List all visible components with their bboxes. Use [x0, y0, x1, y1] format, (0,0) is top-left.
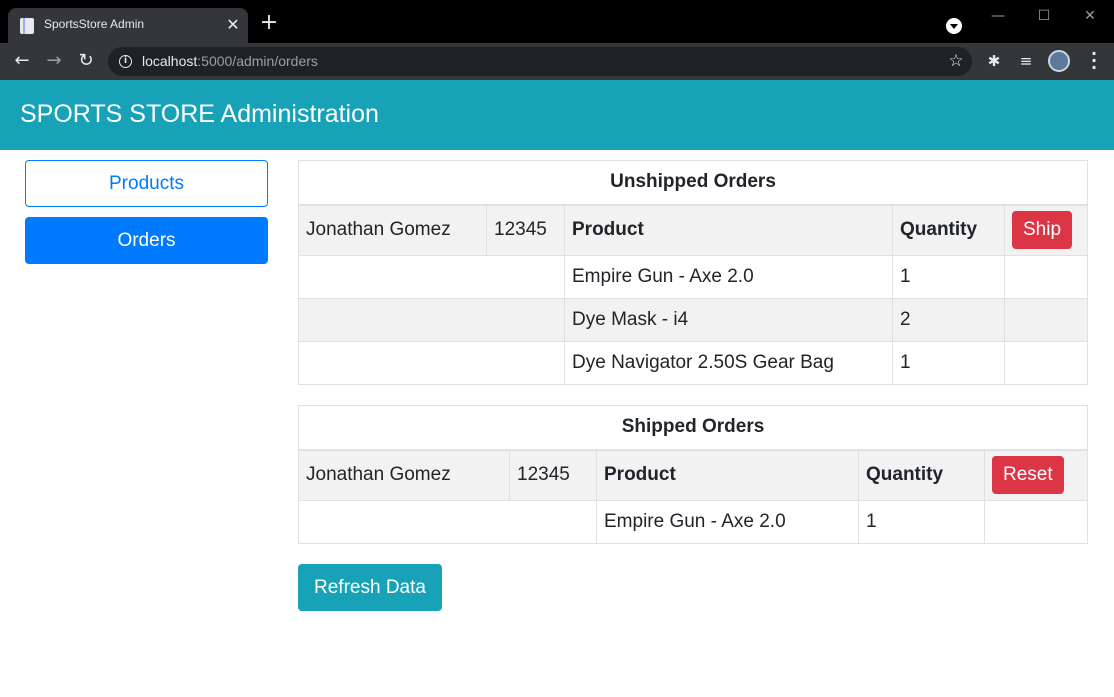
order-header-row: Jonathan Gomez 12345 Product Quantity Sh…: [298, 204, 1089, 256]
address-bar[interactable]: i localhost:5000/admin/orders ☆: [108, 47, 972, 76]
action-cell: Reset: [983, 449, 1089, 501]
ship-button[interactable]: Ship: [1012, 211, 1073, 250]
reset-button[interactable]: Reset: [992, 456, 1064, 495]
url-host: localhost: [142, 53, 198, 69]
order-header-row: Jonathan Gomez 12345 Product Quantity Re…: [298, 449, 1089, 501]
tab-search-icon[interactable]: [946, 18, 962, 34]
table-row: Empire Gun - Axe 2.0 1: [298, 255, 1089, 299]
info-icon[interactable]: i: [119, 55, 132, 68]
action-cell: Ship: [1003, 204, 1089, 256]
zip-code: 12345: [486, 204, 565, 256]
products-button[interactable]: Products: [25, 160, 268, 207]
browser-tab[interactable]: SportsStore Admin ✕: [8, 8, 248, 43]
product-quantity: 1: [858, 500, 985, 544]
table-row: Dye Navigator 2.50S Gear Bag 1: [298, 341, 1089, 385]
product-column-header: Product: [564, 204, 893, 256]
table-row: Empire Gun - Axe 2.0 1: [298, 500, 1089, 544]
unshipped-orders-table: Unshipped Orders Jonathan Gomez 12345 Pr…: [297, 160, 1089, 385]
table-row: Dye Mask - i4 2: [298, 298, 1089, 342]
forward-icon[interactable]: →: [42, 49, 66, 73]
browser-titlebar: SportsStore Admin ✕ + — ☐ ✕: [0, 0, 1114, 43]
zip-code: 12345: [509, 449, 597, 501]
quantity-column-header: Quantity: [892, 204, 1005, 256]
customer-name: Jonathan Gomez: [298, 204, 487, 256]
product-column-header: Product: [596, 449, 859, 501]
product-name: Empire Gun - Axe 2.0: [596, 500, 859, 544]
unshipped-orders-title: Unshipped Orders: [297, 160, 1089, 206]
browser-toolbar: ← → ↻ i localhost:5000/admin/orders ☆ ✱ …: [0, 43, 1114, 80]
product-quantity: 1: [892, 255, 1005, 299]
minimize-icon[interactable]: —: [986, 6, 1010, 26]
shipped-orders-table: Shipped Orders Jonathan Gomez 12345 Prod…: [297, 405, 1089, 544]
app-header: SPORTS STORE Administration: [0, 80, 1114, 150]
avatar[interactable]: [1048, 50, 1070, 72]
media-icon[interactable]: ≡: [1015, 50, 1037, 72]
product-name: Dye Mask - i4: [564, 298, 893, 342]
product-quantity: 2: [892, 298, 1005, 342]
star-icon[interactable]: ☆: [946, 50, 966, 72]
url-path: :5000/admin/orders: [197, 53, 318, 69]
product-name: Empire Gun - Axe 2.0: [564, 255, 893, 299]
maximize-icon[interactable]: ☐: [1032, 6, 1056, 26]
quantity-column-header: Quantity: [858, 449, 985, 501]
window-close-icon[interactable]: ✕: [1078, 6, 1102, 26]
refresh-data-button[interactable]: Refresh Data: [298, 564, 442, 611]
customer-name: Jonathan Gomez: [298, 449, 510, 501]
shipped-orders-title: Shipped Orders: [297, 405, 1089, 451]
tab-title: SportsStore Admin: [44, 17, 145, 31]
product-quantity: 1: [892, 341, 1005, 385]
plus-icon[interactable]: +: [258, 12, 280, 34]
reload-icon[interactable]: ↻: [74, 49, 98, 73]
orders-button[interactable]: Orders: [25, 217, 268, 264]
puzzle-icon[interactable]: ✱: [983, 50, 1005, 72]
document-icon: [20, 18, 34, 34]
url-text[interactable]: localhost:5000/admin/orders: [142, 53, 318, 69]
close-icon[interactable]: ✕: [224, 14, 242, 36]
product-name: Dye Navigator 2.50S Gear Bag: [564, 341, 893, 385]
back-icon[interactable]: ←: [10, 49, 34, 73]
page-title: SPORTS STORE Administration: [20, 100, 379, 128]
menu-icon[interactable]: · · ·: [1086, 46, 1102, 76]
